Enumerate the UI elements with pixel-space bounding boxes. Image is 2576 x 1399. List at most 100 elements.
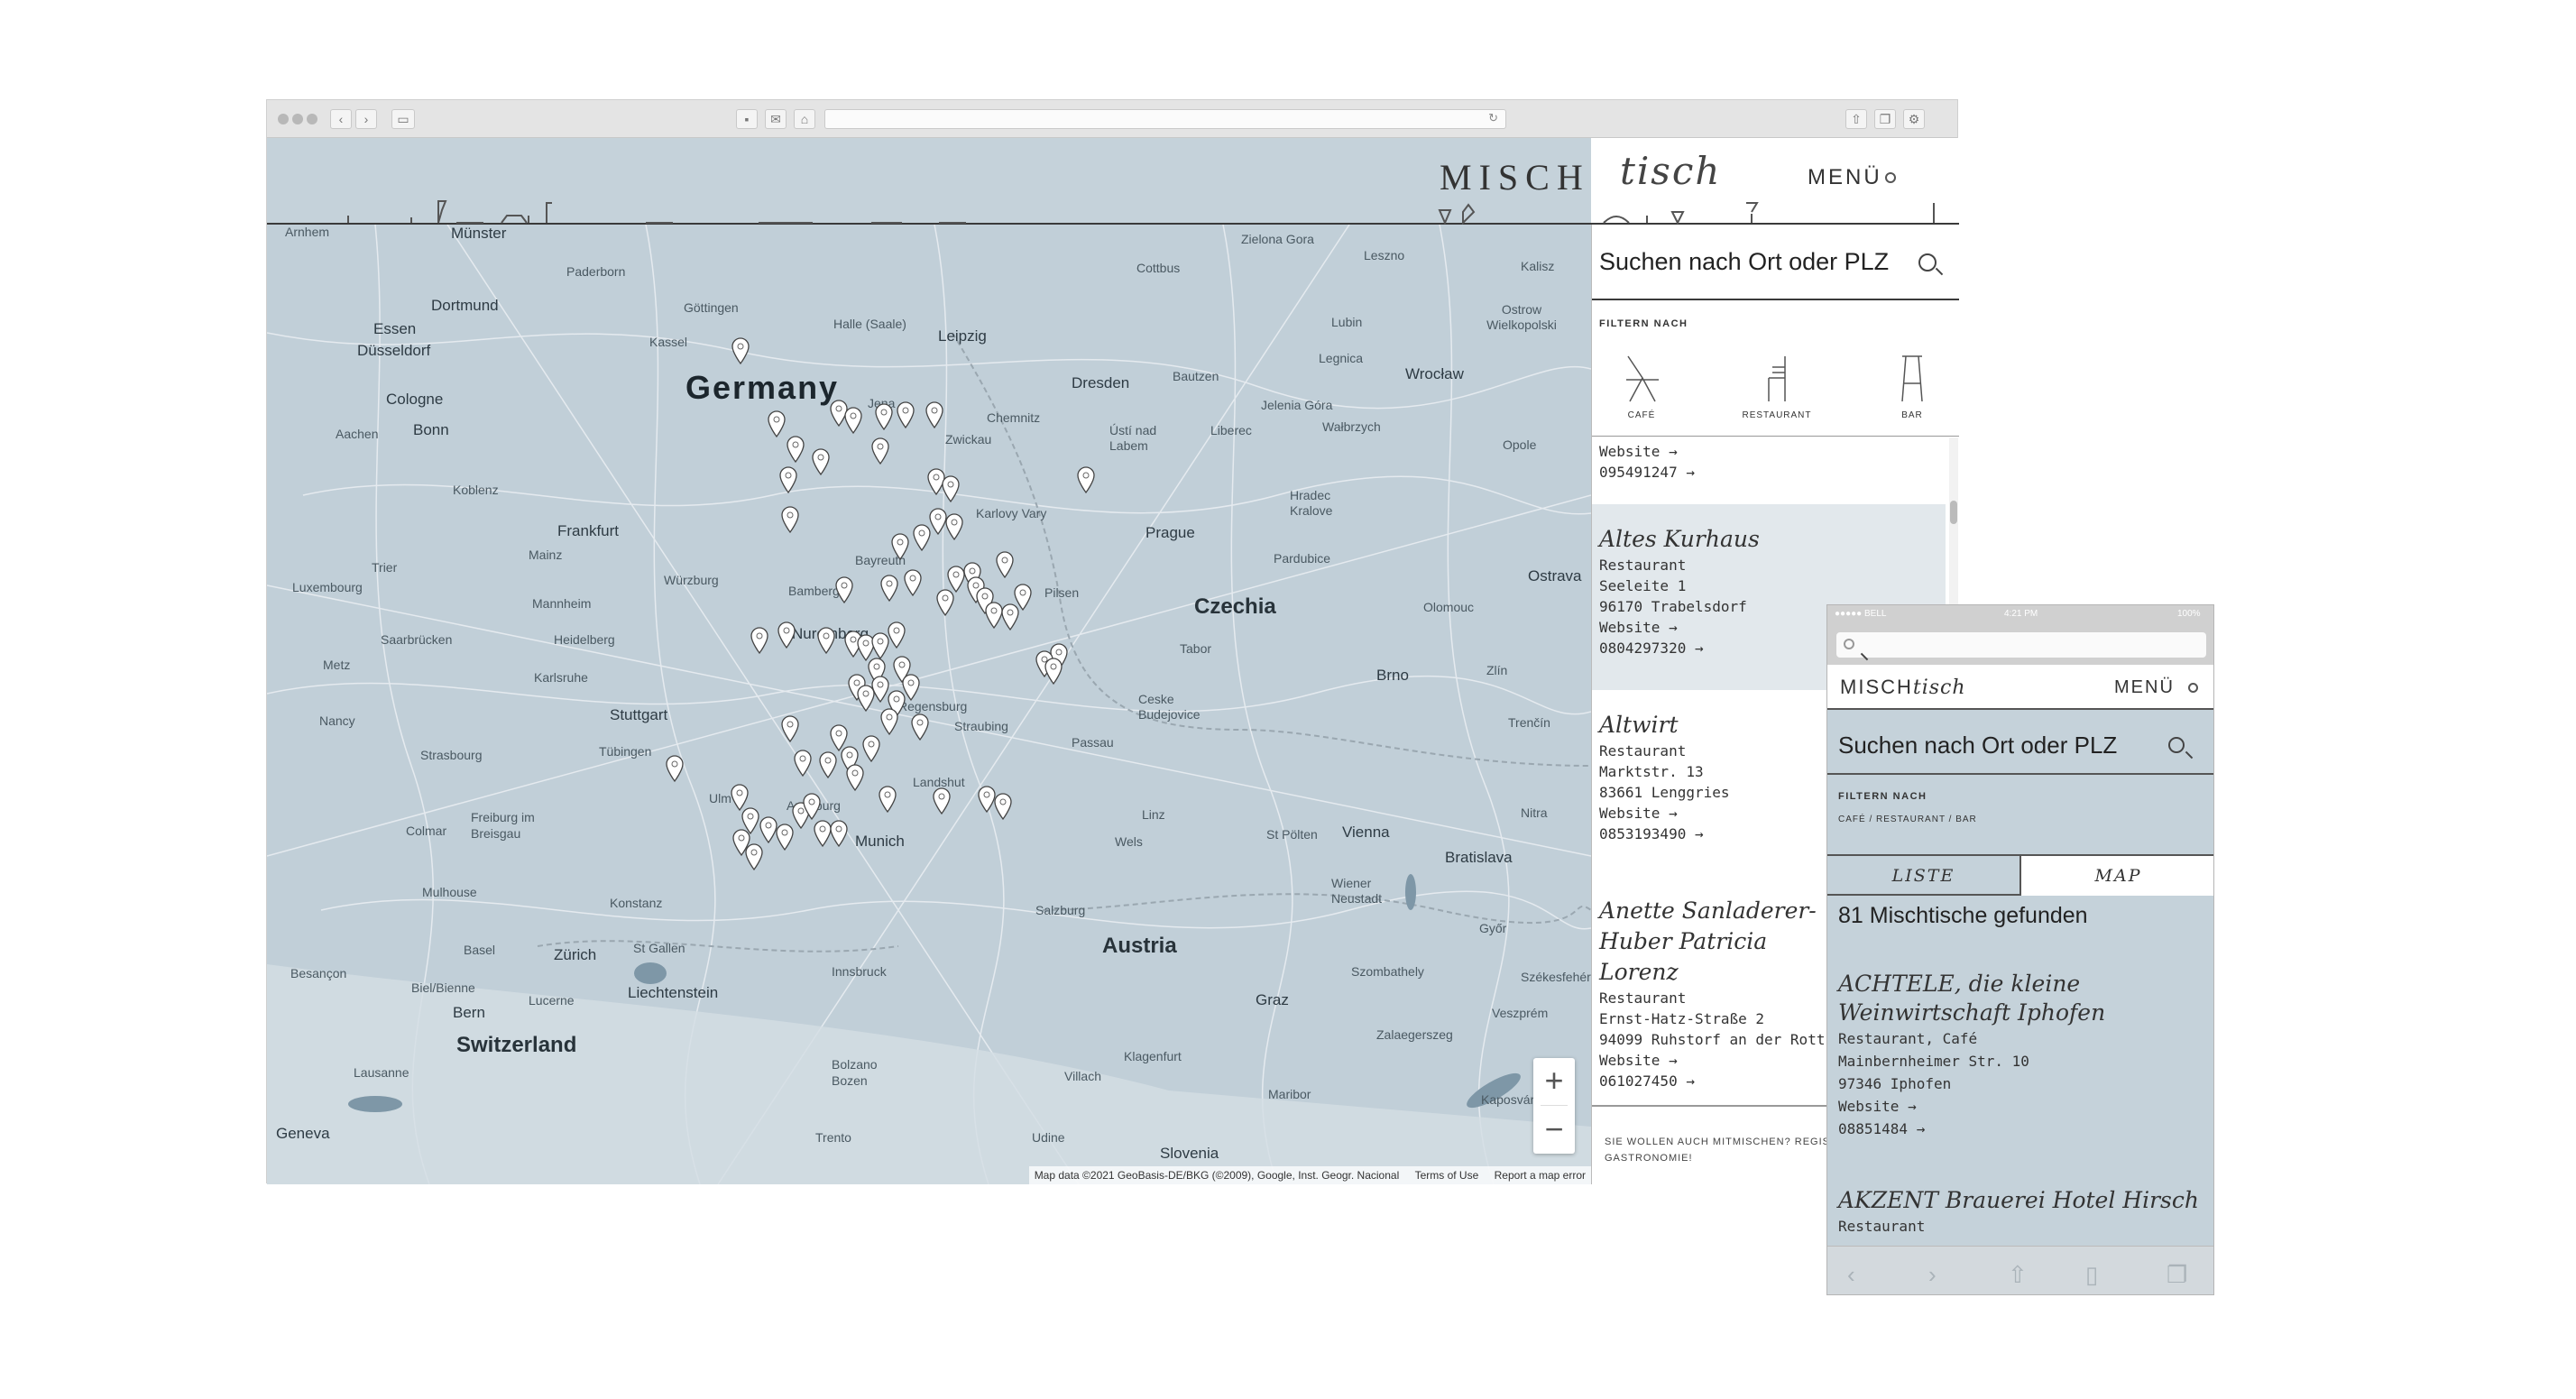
map-pin-icon[interactable] [843, 407, 863, 434]
download-icon[interactable]: ⚙ [1903, 109, 1925, 129]
map-pin-icon[interactable] [993, 793, 1013, 820]
mobile-menu-button[interactable]: MENÜ [2114, 677, 2175, 698]
filter-cafe[interactable]: CAFÉ [1592, 351, 1691, 423]
phone-link[interactable]: 08851484 → [1838, 1118, 2208, 1140]
print-icon[interactable]: ▪ [736, 109, 758, 129]
venue-name[interactable]: ACHTELE, die kleine Weinwirtschaft Iphof… [1838, 970, 2208, 1027]
map-pin-icon[interactable] [874, 403, 894, 430]
map-pin-icon[interactable] [878, 786, 897, 813]
map-pin-icon[interactable] [780, 715, 800, 742]
map-pin-icon[interactable] [887, 621, 906, 649]
zoom-out-button[interactable]: − [1533, 1107, 1575, 1152]
venue-name[interactable]: AKZENT Brauerei Hotel Hirsch [1838, 1186, 2208, 1215]
map-pin-icon[interactable] [786, 436, 805, 463]
filter-bar[interactable]: BAR [1863, 351, 1959, 423]
map-pin-icon[interactable] [879, 575, 899, 602]
forward-icon[interactable]: › [355, 109, 377, 129]
logo-misch[interactable]: MISCH [1440, 156, 1590, 198]
window-minimize-dot[interactable] [292, 114, 303, 124]
logo-tisch[interactable]: tisch [1620, 149, 1721, 193]
mail-icon[interactable]: ✉ [765, 109, 787, 129]
back-icon[interactable]: ‹ [330, 109, 352, 129]
map-pin-icon[interactable] [932, 787, 952, 815]
map-pin-icon[interactable] [818, 751, 838, 778]
map-pin-icon[interactable] [767, 410, 787, 437]
map-pin-icon[interactable] [778, 466, 798, 493]
mobile-filter-options[interactable]: CAFÉ / RESTAURANT / BAR [1838, 815, 1977, 824]
mobile-share-icon[interactable]: ⇧ [2008, 1261, 2028, 1289]
filter-restaurant[interactable]: RESTAURANT [1727, 351, 1826, 423]
map-pin-icon[interactable] [802, 793, 822, 820]
venue-name[interactable]: Anette Sanladerer-Huber Patricia Lorenz [1599, 896, 1834, 988]
map-pin-icon[interactable] [834, 576, 854, 603]
map-pin-icon[interactable] [896, 401, 915, 428]
tabs-icon[interactable]: ❐ [1874, 109, 1896, 129]
list-item[interactable]: AKZENT Brauerei Hotel Hirsch Restaurant [1838, 1186, 2208, 1238]
menu-button[interactable]: MENÜ [1808, 165, 1882, 190]
mobile-bookmarks-icon[interactable]: ▯ [2085, 1261, 2098, 1289]
website-link[interactable]: Website → [1838, 1095, 2208, 1118]
window-close-dot[interactable] [278, 114, 289, 124]
mobile-search-box[interactable]: Suchen nach Ort oder PLZ [1827, 712, 2213, 775]
map-pin-icon[interactable] [829, 724, 849, 751]
map-pin-icon[interactable] [750, 627, 769, 654]
map-pin-icon[interactable] [910, 713, 930, 741]
mobile-search-icon[interactable] [2168, 737, 2185, 753]
search-input[interactable]: Suchen nach Ort oder PLZ [1599, 248, 1889, 276]
map-pin-icon[interactable] [816, 627, 836, 654]
zoom-in-button[interactable]: + [1533, 1058, 1575, 1103]
map-pin-icon[interactable] [901, 674, 921, 701]
map-pin-icon[interactable] [870, 437, 890, 465]
search-icon[interactable] [1918, 253, 1937, 272]
map-pin-icon[interactable] [777, 621, 796, 649]
menu-circle-icon[interactable] [1885, 172, 1896, 183]
report-error-link[interactable]: Report a map error [1495, 1169, 1586, 1182]
mobile-search-input[interactable]: Suchen nach Ort oder PLZ [1838, 732, 2117, 759]
phone-link[interactable]: 095491247 → [1599, 462, 1938, 483]
map-pin-icon[interactable] [912, 524, 932, 551]
map-pin-icon[interactable] [890, 533, 910, 560]
map-pin-icon[interactable] [811, 448, 831, 475]
address-bar[interactable]: ↻ [824, 109, 1506, 129]
mobile-address-field[interactable] [1836, 632, 2206, 658]
sidebar-toggle-icon[interactable]: ▭ [391, 109, 415, 129]
tab-liste[interactable]: LISTE [1827, 856, 2021, 896]
tab-map[interactable]: MAP [2021, 856, 2213, 896]
map-pin-icon[interactable] [845, 764, 865, 791]
map-pin-icon[interactable] [946, 566, 966, 593]
map-pin-icon[interactable] [1076, 466, 1096, 493]
list-scrollbar-thumb[interactable] [1950, 501, 1957, 524]
list-item[interactable]: Website → 095491247 → [1592, 441, 1946, 483]
map-pin-icon[interactable] [941, 475, 961, 502]
mobile-logo[interactable]: MISCHtisch [1840, 676, 1966, 699]
mobile-menu-circle-icon[interactable] [2188, 683, 2198, 693]
share-icon[interactable]: ⇧ [1845, 109, 1867, 129]
map-pin-icon[interactable] [731, 337, 750, 364]
map-pin-icon[interactable] [793, 750, 813, 777]
home-icon[interactable]: ⌂ [794, 109, 815, 129]
map-pin-icon[interactable] [903, 569, 923, 596]
map-pin-icon[interactable] [744, 843, 764, 870]
map-pin-icon[interactable] [925, 401, 944, 428]
list-item[interactable]: ACHTELE, die kleine Weinwirtschaft Iphof… [1838, 970, 2208, 1140]
map-pin-icon[interactable] [944, 513, 964, 540]
venue-name[interactable]: Altes Kurhaus [1599, 524, 1938, 555]
map-pin-icon[interactable] [995, 551, 1015, 578]
map-view[interactable]: Arnhem Münster Paderborn Essen Dortmund … [267, 225, 1591, 1184]
map-pin-icon[interactable] [935, 589, 955, 616]
map-pin-icon[interactable] [879, 708, 899, 735]
map-pin-icon[interactable] [1044, 658, 1063, 685]
map-pin-icon[interactable] [861, 735, 881, 762]
map-pin-icon[interactable] [829, 820, 849, 847]
map-pin-icon[interactable] [780, 506, 800, 533]
map-pin-icon[interactable] [984, 602, 1004, 629]
window-zoom-dot[interactable] [307, 114, 317, 124]
search-box[interactable]: Suchen nach Ort oder PLZ [1592, 225, 1959, 300]
map-pin-icon[interactable] [665, 755, 685, 782]
mobile-back-icon[interactable]: ‹ [1847, 1261, 1855, 1289]
website-link[interactable]: Website → [1599, 441, 1938, 462]
mobile-tabs-icon[interactable]: ❐ [2167, 1261, 2187, 1289]
reload-icon[interactable]: ↻ [1488, 111, 1498, 125]
mobile-forward-icon[interactable]: › [1928, 1261, 1937, 1289]
terms-link[interactable]: Terms of Use [1415, 1169, 1479, 1182]
